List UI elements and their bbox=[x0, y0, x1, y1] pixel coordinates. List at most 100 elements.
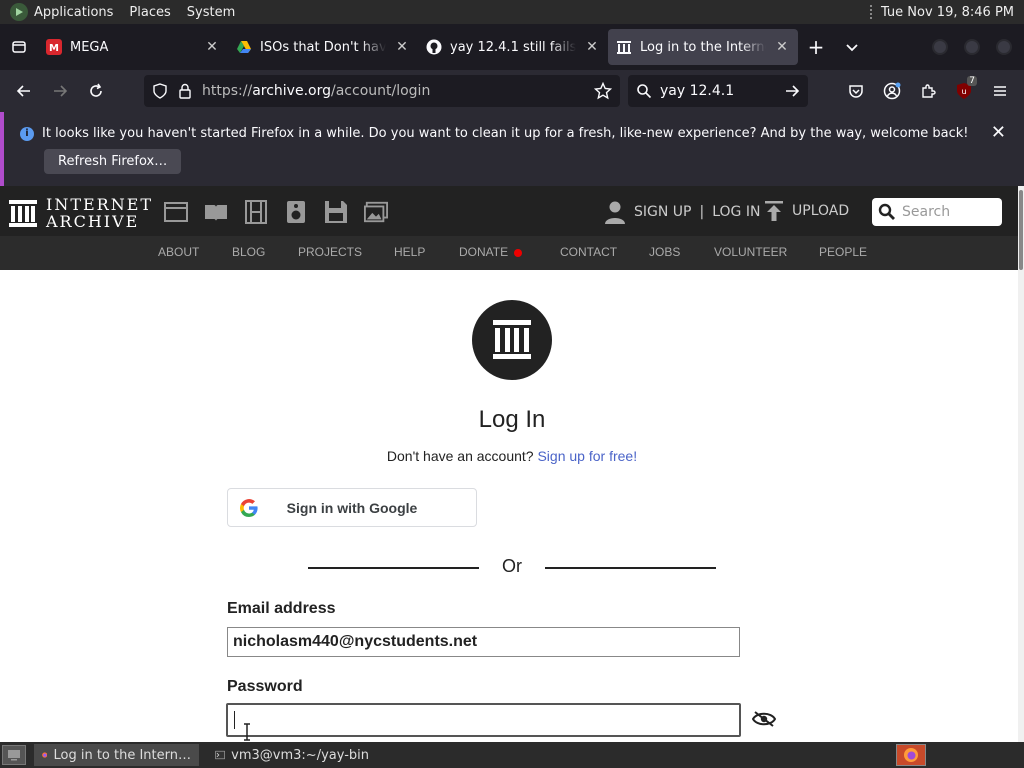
bookmark-star-icon[interactable] bbox=[594, 82, 612, 100]
arrow-right-icon[interactable] bbox=[784, 83, 800, 99]
nav-contact[interactable]: CONTACT bbox=[560, 245, 617, 259]
eye-slash-icon bbox=[751, 711, 777, 727]
back-button[interactable] bbox=[6, 75, 42, 107]
show-password-toggle[interactable] bbox=[751, 710, 777, 732]
search-bar[interactable]: yay 12.4.1 bbox=[628, 75, 808, 107]
close-icon[interactable]: ✕ bbox=[991, 122, 1006, 143]
search-placeholder: Search bbox=[902, 204, 951, 220]
sign-up-link[interactable]: SIGN UP bbox=[634, 204, 691, 220]
nav-about[interactable]: ABOUT bbox=[158, 245, 199, 259]
refresh-firefox-button[interactable]: Refresh Firefox… bbox=[44, 149, 182, 174]
lock-icon[interactable] bbox=[178, 83, 192, 99]
nav-people[interactable]: PEOPLE bbox=[819, 245, 867, 259]
task-terminal[interactable]: vm3@vm3:~/yay-bin bbox=[207, 744, 377, 766]
new-tab-button[interactable]: + bbox=[798, 35, 834, 59]
minimize-window-button[interactable] bbox=[932, 39, 948, 55]
password-field[interactable] bbox=[226, 703, 741, 737]
tab-close-icon[interactable]: ✕ bbox=[774, 39, 790, 55]
info-icon: i bbox=[20, 126, 34, 141]
task-firefox[interactable]: Log in to the Intern… bbox=[34, 744, 199, 766]
web-archive-icon[interactable] bbox=[164, 200, 188, 224]
ia-logo[interactable]: INTERNET ARCHIVE bbox=[8, 196, 153, 230]
nav-blog[interactable]: BLOG bbox=[232, 245, 265, 259]
url-text[interactable]: https://archive.org/account/login bbox=[202, 83, 584, 99]
arrow-left-icon bbox=[16, 85, 30, 97]
nav-jobs[interactable]: JOBS bbox=[649, 245, 680, 259]
tab-close-icon[interactable]: ✕ bbox=[584, 39, 600, 55]
divider-right bbox=[545, 567, 716, 569]
text-cursor-icon bbox=[242, 723, 252, 742]
ia-search-input[interactable]: Search bbox=[872, 198, 1002, 226]
firefox-icon bbox=[904, 748, 918, 762]
sign-up-free-link[interactable]: Sign up for free! bbox=[537, 448, 637, 464]
software-floppy-icon[interactable] bbox=[324, 200, 348, 224]
internet-archive-icon bbox=[616, 39, 632, 55]
images-icon[interactable] bbox=[364, 200, 388, 224]
nav-projects[interactable]: PROJECTS bbox=[298, 245, 362, 259]
tab-close-icon[interactable]: ✕ bbox=[394, 39, 410, 55]
google-drive-icon bbox=[236, 39, 252, 55]
sign-in-with-google-button[interactable]: Sign in with Google bbox=[227, 488, 477, 527]
nav-donate[interactable]: DONATE bbox=[459, 245, 523, 259]
tab-internet-archive-login[interactable]: Log in to the Internet A ✕ bbox=[608, 29, 798, 65]
menu-applications[interactable]: Applications bbox=[34, 5, 113, 20]
archive-logo-circle bbox=[472, 300, 552, 380]
nav-volunteer[interactable]: VOLUNTEER bbox=[714, 245, 787, 259]
divider-left bbox=[308, 567, 479, 569]
account-button[interactable] bbox=[876, 75, 908, 107]
maximize-window-button[interactable] bbox=[964, 39, 980, 55]
search-query[interactable]: yay 12.4.1 bbox=[660, 83, 776, 99]
tab-isos[interactable]: ISOs that Don't haven't ✕ bbox=[228, 29, 418, 65]
tab-strip: M MEGA ✕ ISOs that Don't haven't ✕ yay 1… bbox=[0, 24, 1024, 70]
panel-grip bbox=[869, 5, 873, 19]
shield-icon[interactable] bbox=[152, 83, 168, 99]
desktop-icon bbox=[8, 750, 20, 761]
reload-icon bbox=[90, 83, 102, 97]
distro-logo-icon[interactable] bbox=[10, 3, 28, 21]
github-icon bbox=[426, 39, 442, 55]
tab-title: ISOs that Don't haven't bbox=[260, 39, 386, 55]
logo-line-2: ARCHIVE bbox=[46, 212, 140, 231]
clock[interactable]: Tue Nov 19, 8:46 PM bbox=[881, 5, 1014, 20]
page-scrollbar[interactable] bbox=[1018, 186, 1024, 742]
show-desktop-button[interactable] bbox=[2, 745, 26, 765]
desktop-top-panel: Applications Places System Tue Nov 19, 8… bbox=[0, 0, 1024, 24]
url-bar[interactable]: https://archive.org/account/login bbox=[144, 75, 620, 107]
log-in-link[interactable]: LOG IN bbox=[712, 204, 760, 220]
search-icon bbox=[637, 84, 652, 99]
logo-line-1: INTERNET bbox=[46, 195, 154, 214]
nav-donate-label: DONATE bbox=[459, 245, 509, 259]
menu-system[interactable]: System bbox=[187, 5, 235, 20]
workspace-switcher[interactable] bbox=[896, 744, 926, 766]
tab-mega[interactable]: M MEGA ✕ bbox=[38, 29, 228, 65]
firefox-icon bbox=[42, 752, 48, 758]
scrollbar-thumb[interactable] bbox=[1019, 190, 1023, 270]
close-window-button[interactable] bbox=[996, 39, 1012, 55]
video-film-icon[interactable] bbox=[244, 200, 268, 224]
upload-link[interactable]: UPLOAD bbox=[764, 200, 849, 222]
nav-help[interactable]: HELP bbox=[394, 245, 425, 259]
password-label: Password bbox=[227, 678, 303, 695]
firefox-view-icon bbox=[12, 41, 26, 53]
auth-separator: | bbox=[699, 204, 705, 220]
notification-message: It looks like you haven't started Firefo… bbox=[42, 126, 969, 141]
extensions-button[interactable] bbox=[912, 75, 944, 107]
app-menu-button[interactable] bbox=[984, 75, 1016, 107]
firefox-view-button[interactable] bbox=[0, 24, 38, 70]
audio-speaker-icon[interactable] bbox=[284, 200, 308, 224]
menu-places[interactable]: Places bbox=[129, 5, 170, 20]
search-icon bbox=[878, 203, 895, 220]
forward-button[interactable] bbox=[42, 75, 78, 107]
tab-close-icon[interactable]: ✕ bbox=[204, 39, 220, 55]
url-path: /account/login bbox=[331, 83, 431, 99]
reload-button[interactable] bbox=[78, 75, 114, 107]
ublock-origin-button[interactable]: u 7 bbox=[948, 75, 980, 107]
list-all-tabs-button[interactable] bbox=[834, 40, 870, 54]
puzzle-icon bbox=[922, 84, 936, 98]
tab-title: MEGA bbox=[70, 39, 109, 55]
pocket-button[interactable] bbox=[840, 75, 872, 107]
account-icon bbox=[883, 82, 901, 100]
tab-github-yay[interactable]: yay 12.4.1 still fails wit ✕ bbox=[418, 29, 608, 65]
email-field[interactable]: nicholasm440@nycstudents.net bbox=[227, 627, 740, 657]
texts-book-icon[interactable] bbox=[204, 200, 228, 224]
